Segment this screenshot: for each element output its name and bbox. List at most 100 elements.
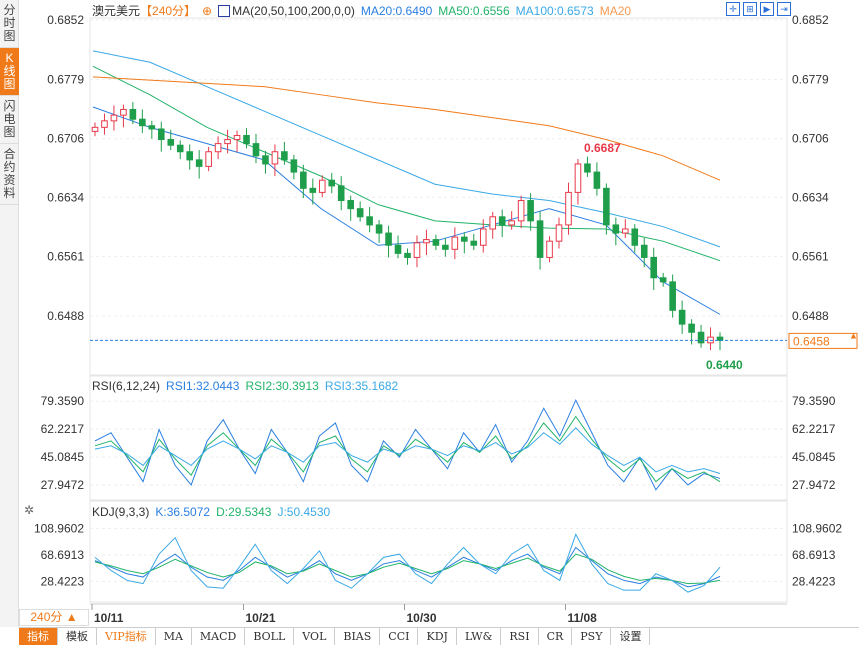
- tick-left: 45.0845: [41, 450, 85, 464]
- line-rsi3: [94, 427, 721, 475]
- tick-right: 45.0845: [792, 450, 836, 464]
- ma-line-MA20: [92, 106, 721, 315]
- candle-body: [489, 216, 497, 230]
- tick-left: 27.9472: [41, 478, 85, 492]
- candle-body: [385, 232, 392, 246]
- candle-body: [157, 128, 165, 141]
- ma-line-MA100: [92, 50, 721, 248]
- indicator-tab-指标[interactable]: 指标: [19, 628, 58, 645]
- line-j: [94, 533, 721, 593]
- indicator-tab-KDJ[interactable]: KDJ: [418, 628, 457, 645]
- candle-body: [603, 187, 610, 226]
- candle-body: [281, 151, 288, 161]
- price-tick-left: 0.6634: [47, 190, 84, 204]
- candle-body: [546, 240, 553, 258]
- candle-body: [678, 309, 686, 325]
- settings-icon[interactable]: ✲: [24, 503, 34, 517]
- candle-body: [120, 108, 127, 116]
- indicator-tab-模板[interactable]: 模板: [58, 628, 97, 645]
- price-tick-left: 0.6706: [47, 132, 84, 146]
- tick-right: 79.3590: [792, 394, 836, 408]
- candle-body: [309, 187, 317, 193]
- candle-body: [337, 185, 345, 202]
- candle-body: [347, 200, 354, 210]
- price-tick-right: 0.6561: [792, 250, 829, 264]
- candle-body: [176, 144, 184, 153]
- indicator-tab-LW&[interactable]: LW&: [457, 628, 502, 645]
- candle-body: [622, 228, 629, 234]
- candle-body: [271, 151, 279, 165]
- candle-body: [423, 239, 430, 244]
- indicator-tab-BIAS[interactable]: BIAS: [335, 628, 381, 645]
- d-value: D:29.5343: [216, 505, 272, 519]
- indicator-tab-PSY[interactable]: PSY: [572, 628, 612, 645]
- candle-body: [517, 200, 525, 222]
- period-selector[interactable]: 240分 ▲: [19, 609, 89, 626]
- rsi2-value: RSI2:30.3913: [245, 379, 319, 393]
- candle-body: [214, 143, 222, 153]
- tick-left: 108.9602: [34, 522, 84, 536]
- candle-body: [91, 126, 99, 132]
- x-tick-label: 11/08: [567, 611, 597, 625]
- indicator-tab-MA[interactable]: MA: [156, 628, 192, 645]
- candle-body: [442, 244, 449, 250]
- candle-body: [479, 228, 487, 246]
- rsi-header: RSI(6,12,24) RSI1:32.0443 RSI2:30.3913 RSI3…: [92, 379, 404, 393]
- indicator-tab-RSI[interactable]: RSI: [501, 628, 539, 645]
- x-tick-label: 10/21: [246, 611, 276, 625]
- tick-left: 79.3590: [41, 394, 85, 408]
- indicator-tab-BOLL[interactable]: BOLL: [245, 628, 295, 645]
- candle-body: [205, 151, 212, 167]
- line-d: [94, 553, 721, 585]
- candle-body: [527, 200, 534, 222]
- chart-canvas[interactable]: 0.6852 0.6852 0.6779 0.6779 0.6706 0.6706 0.66…: [0, 0, 859, 627]
- candle-body: [659, 277, 667, 283]
- candle-body: [612, 224, 620, 234]
- candle-body: [574, 163, 582, 193]
- candle-body: [318, 179, 326, 193]
- tick-left: 28.4223: [41, 574, 85, 588]
- indicator-tab-MACD[interactable]: MACD: [192, 628, 246, 645]
- line-rsi1: [94, 398, 721, 491]
- low-label: 0.6440: [706, 358, 743, 372]
- candle-body: [262, 155, 269, 165]
- price-tick-right: 0.6706: [792, 132, 829, 146]
- candle-body: [356, 208, 364, 218]
- candle-body: [470, 240, 478, 246]
- tick-right: 108.9602: [792, 522, 842, 536]
- candle-body: [413, 242, 421, 258]
- j-value: J:50.4530: [277, 505, 331, 519]
- price-tick-right: 0.6779: [792, 72, 829, 86]
- rsi3-value: RSI3:35.1682: [324, 379, 399, 393]
- price-tick-left: 0.6488: [47, 309, 84, 323]
- indicator-tab-CR[interactable]: CR: [539, 628, 573, 645]
- price-tick-left: 0.6779: [47, 72, 84, 86]
- indicator-tab-CCI[interactable]: CCI: [380, 628, 419, 645]
- x-tick-label: 10/11: [94, 611, 124, 625]
- last-price-label: 0.6458: [793, 334, 830, 348]
- tick-right: 62.2217: [792, 422, 836, 436]
- candle-body: [148, 125, 156, 130]
- candle-body: [669, 281, 676, 311]
- candle-body: [697, 331, 705, 344]
- high-label: 0.6687: [584, 141, 621, 155]
- candle-body: [451, 236, 459, 250]
- price-tick-left: 0.6852: [47, 13, 84, 27]
- candle-body: [328, 179, 336, 187]
- x-tick-label: 10/30: [407, 611, 437, 625]
- indicator-tab-VIP指标[interactable]: VIP指标: [97, 628, 156, 645]
- price-tick-right: 0.6634: [792, 190, 829, 204]
- tick-right: 27.9472: [792, 478, 836, 492]
- indicator-tab-VOL[interactable]: VOL: [294, 628, 336, 645]
- candle-body: [394, 244, 402, 254]
- candle-body: [593, 171, 601, 189]
- rsi-label: RSI(6,12,24): [92, 379, 161, 393]
- candle-body: [186, 151, 193, 161]
- candle-body: [129, 108, 137, 120]
- price-tick-right: 0.6488: [792, 309, 829, 323]
- candle-body: [508, 220, 515, 226]
- candle-body: [300, 171, 307, 189]
- candle-body: [167, 139, 175, 146]
- tick-left: 62.2217: [41, 422, 85, 436]
- indicator-tab-设置[interactable]: 设置: [611, 628, 651, 645]
